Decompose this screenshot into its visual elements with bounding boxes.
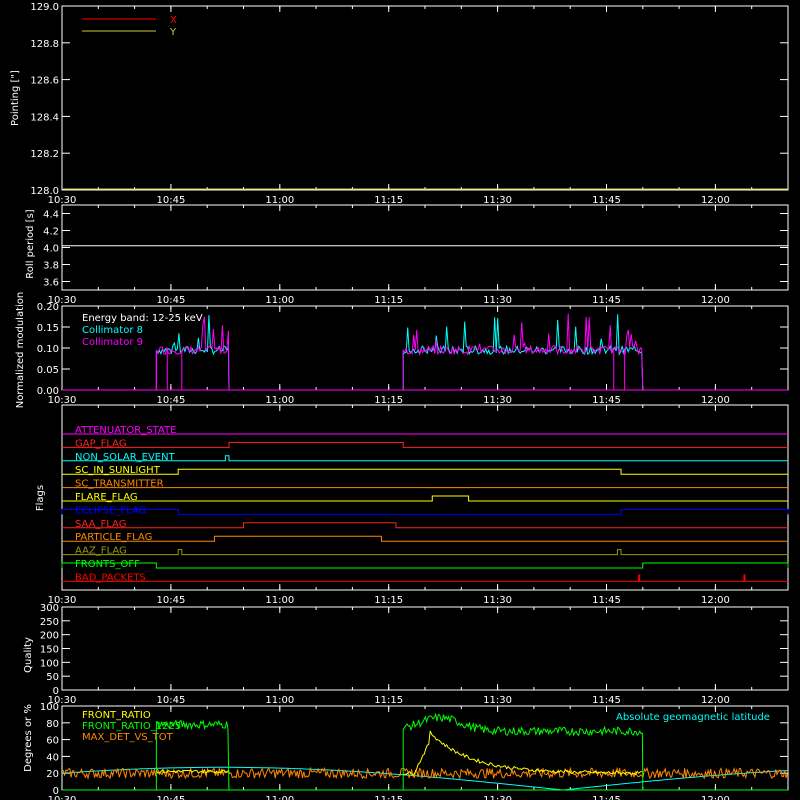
panel5-ylabel: Quality [23,637,34,673]
x-tick-label: 10:45 [156,795,185,800]
y-tick-label: 128.6 [30,76,59,87]
panel2-ylabel: Roll period [s] [25,209,36,278]
legend-collimator-9: Collimator 9 [82,337,143,348]
x-tick-label: 12:00 [701,395,730,406]
legend-label-y: Y [169,27,177,38]
y-tick-label: 20 [46,769,59,780]
x-tick-label: 11:45 [592,695,621,706]
x-tick-label: 10:45 [156,395,185,406]
x-tick-label: 11:15 [374,695,403,706]
x-tick-label: 11:00 [265,395,294,406]
panel1-ylabel: Pointing ["] [10,70,21,126]
x-tick-label: 12:00 [701,795,730,800]
x-tick-label: 10:45 [156,595,185,606]
legend-label-x: X [170,15,177,26]
y-tick-label: 128.0 [30,186,59,197]
panel6-ylabel: Degrees or % [23,704,34,772]
x-tick-label: 11:15 [374,795,403,800]
y-tick-label: 80 [46,719,59,730]
geomag-latitude-annotation: Absolute geomagnetic latitude [616,712,770,723]
flag-trace-aaz-flag [62,549,788,556]
y-tick-label: 128.2 [30,149,59,160]
x-tick-label: 11:00 [265,795,294,800]
x-tick-label: 12:00 [701,695,730,706]
x-tick-label: 11:15 [374,195,403,206]
y-tick-label: 100 [40,658,59,669]
x-tick-label: 10:45 [156,195,185,206]
y-tick-label: 50 [46,672,59,683]
panel3-ylabel: Normalized modulation [15,292,26,409]
x-tick-label: 11:45 [592,395,621,406]
y-tick-label: 4.4 [43,210,59,221]
flag-label-fronts-off: FRONTS_OFF [75,559,140,570]
x-tick-label: 12:00 [701,295,730,306]
x-tick-label: 11:30 [483,795,512,800]
x-tick-label: 11:30 [483,295,512,306]
panel2-frame [61,204,789,291]
legend-collimator-8: Collimator 8 [82,325,143,336]
y-tick-label: 60 [46,736,59,747]
y-tick-label: 128.4 [30,112,59,123]
y-tick-label: 0.15 [37,323,59,334]
x-tick-label: 11:45 [592,195,621,206]
y-tick-label: 300 [40,603,59,614]
front-ratio-series-seg1 [403,730,642,776]
y-tick-label: 4.2 [43,227,59,238]
y-tick-label: 0.00 [37,386,59,397]
flag-label-eclipse-flag: ECLIPSE_FLAG [75,505,146,516]
front-ratio-1225-series-seg1 [402,712,644,791]
x-tick-label: 11:15 [374,395,403,406]
x-tick-label: 10:45 [156,695,185,706]
x-tick-label: 11:45 [592,295,621,306]
y-tick-label: 129.0 [30,2,59,13]
flag-trace-eclipse-flag [61,508,789,515]
chart-canvas: Pointing ["] Roll period [s] Normalized … [0,0,800,800]
y-tick-label: 200 [40,631,59,642]
y-tick-label: 3.6 [43,278,59,289]
y-tick-label: 0 [53,786,59,797]
panel5-frame [61,606,789,691]
x-tick-label: 11:15 [374,595,403,606]
y-tick-label: 150 [40,645,59,656]
x-tick-label: 10:45 [156,295,185,306]
max-det-vs-tot-series [61,766,788,781]
x-tick-label: 12:00 [701,595,730,606]
x-tick-label: 11:00 [265,195,294,206]
flag-trace-flare-flag [62,495,788,502]
y-tick-label: 0.10 [37,344,59,355]
flag-trace-gap-flag [62,441,788,448]
x-tick-label: 11:15 [374,295,403,306]
x-tick-label: 11:00 [265,295,294,306]
y-tick-label: 4.0 [43,244,59,255]
x-tick-label: 11:00 [265,595,294,606]
y-tick-label: 128.8 [30,39,59,50]
y-tick-label: 40 [46,752,59,763]
flag-trace-fronts-off [61,562,789,569]
flag-trace-saa-flag [62,522,788,529]
legend-max-det-vs-tot: MAX_DET_VS_TOT [82,732,174,743]
legend-front-ratio: FRONT_RATIO [82,710,151,721]
x-tick-label: 11:30 [483,695,512,706]
x-tick-label: 11:45 [592,795,621,800]
x-tick-label: 11:30 [483,195,512,206]
x-tick-label: 11:30 [483,395,512,406]
y-tick-label: 3.8 [43,261,59,272]
energy-band-annotation: Energy band: 12-25 keV [82,313,203,324]
y-tick-label: 100 [40,702,59,713]
x-tick-label: 11:45 [592,595,621,606]
flag-trace-particle-flag [62,535,788,542]
y-tick-label: 0.20 [37,302,59,313]
flag-trace-sc-in-sunlight [62,468,788,475]
y-tick-label: 250 [40,617,59,628]
y-tick-label: 0 [53,686,59,697]
x-tick-label: 12:00 [701,195,730,206]
y-tick-label: 0.05 [37,365,59,376]
panel4-ylabel: Flags [35,485,46,511]
chart-svg: Pointing ["] Roll period [s] Normalized … [10,2,789,800]
x-tick-label: 11:30 [483,595,512,606]
x-tick-label: 11:00 [265,695,294,706]
